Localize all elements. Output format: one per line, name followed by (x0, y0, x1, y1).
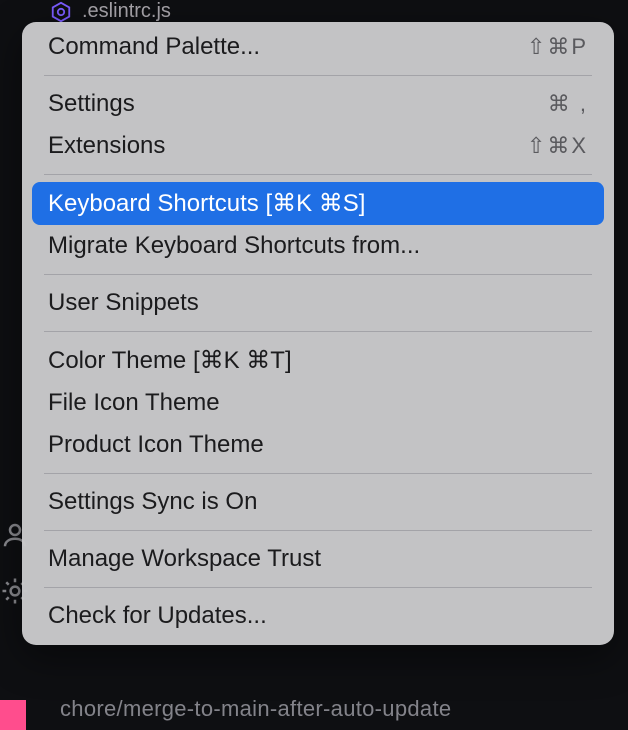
hexagon-icon (50, 1, 72, 23)
menu-separator (44, 75, 592, 76)
menu-item-shortcut: ⇧⌘X (527, 133, 588, 159)
settings-menu: Command Palette... ⇧⌘P Settings ⌘ , Extensio… (22, 22, 614, 645)
menu-separator (44, 473, 592, 474)
menu-item[interactable]: Product Icon Theme (22, 424, 614, 466)
file-name: .eslintrc.js (82, 0, 171, 23)
menu-item[interactable]: Check for Updates... (22, 595, 614, 637)
menu-item-label: Command Palette... (48, 33, 260, 61)
menu-item[interactable]: Extensions ⇧⌘X (22, 125, 614, 167)
menu-separator (44, 331, 592, 332)
menu-item[interactable]: Settings Sync is On (22, 481, 614, 523)
menu-item-shortcut: ⌘ , (548, 91, 588, 117)
menu-item[interactable]: Color Theme [⌘K ⌘T] (22, 339, 614, 382)
branch-name: chore/merge-to-main-after-auto-update (60, 696, 451, 722)
file-tab-eslintrc: .eslintrc.js (50, 0, 171, 23)
menu-item[interactable]: Manage Workspace Trust (22, 538, 614, 580)
menu-item-label: Extensions (48, 132, 165, 160)
menu-item[interactable]: Keyboard Shortcuts [⌘K ⌘S] (32, 182, 604, 225)
menu-item-label: User Snippets (48, 289, 199, 317)
menu-item-label: Settings Sync is On (48, 488, 257, 516)
menu-separator (44, 587, 592, 588)
menu-item-label: Product Icon Theme (48, 431, 264, 459)
menu-item[interactable]: Settings ⌘ , (22, 83, 614, 125)
menu-separator (44, 174, 592, 175)
menu-item-label: File Icon Theme (48, 389, 220, 417)
menu-item-label: Settings (48, 90, 135, 118)
menu-item-shortcut: ⇧⌘P (527, 34, 588, 60)
menu-item[interactable]: Command Palette... ⇧⌘P (22, 26, 614, 68)
menu-item-label: Color Theme [⌘K ⌘T] (48, 346, 292, 375)
menu-separator (44, 274, 592, 275)
status-bar-corner (0, 700, 26, 730)
menu-item-label: Migrate Keyboard Shortcuts from... (48, 232, 420, 260)
menu-item[interactable]: User Snippets (22, 282, 614, 324)
menu-item-label: Manage Workspace Trust (48, 545, 321, 573)
menu-item[interactable]: Migrate Keyboard Shortcuts from... (22, 225, 614, 267)
menu-separator (44, 530, 592, 531)
menu-item-label: Keyboard Shortcuts [⌘K ⌘S] (48, 189, 365, 218)
menu-item-label: Check for Updates... (48, 602, 267, 630)
menu-item[interactable]: File Icon Theme (22, 382, 614, 424)
